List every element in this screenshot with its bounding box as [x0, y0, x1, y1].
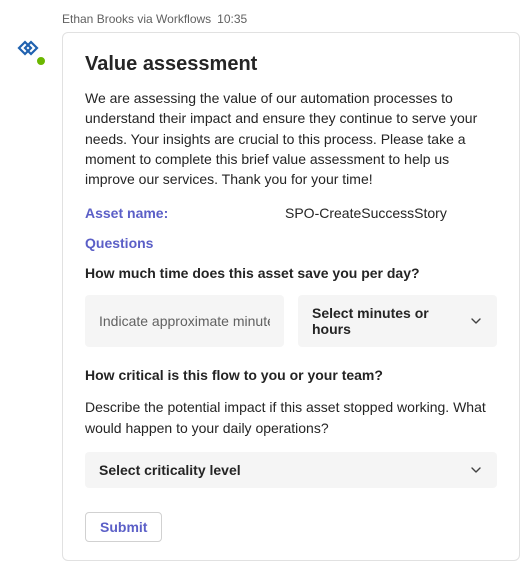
time-unit-select[interactable]: Select minutes or hours [298, 295, 497, 347]
asset-name-value: SPO-CreateSuccessStory [285, 205, 447, 221]
card-description: We are assessing the value of our automa… [85, 88, 497, 189]
adaptive-card: Value assessment We are assessing the va… [62, 32, 520, 561]
submit-button[interactable]: Submit [85, 512, 162, 542]
criticality-select[interactable]: Select criticality level [85, 452, 497, 488]
presence-available-icon [35, 55, 47, 67]
sender-name: Ethan Brooks via Workflows [62, 12, 211, 26]
chevron-down-icon [469, 463, 483, 477]
chevron-down-icon [469, 314, 483, 328]
criticality-select-label: Select criticality level [99, 462, 241, 478]
asset-row: Asset name: SPO-CreateSuccessStory [85, 205, 497, 221]
time-amount-input[interactable] [85, 295, 284, 347]
question-2-text: How critical is this flow to you or your… [85, 367, 497, 383]
message-header: Ethan Brooks via Workflows 10:35 [62, 12, 520, 26]
questions-label: Questions [85, 235, 497, 251]
message-timestamp: 10:35 [217, 12, 247, 26]
card-title: Value assessment [85, 53, 497, 76]
time-unit-select-label: Select minutes or hours [312, 305, 469, 337]
avatar[interactable] [12, 32, 50, 70]
question-2-subtext: Describe the potential impact if this as… [85, 397, 497, 438]
asset-name-label: Asset name: [85, 205, 285, 221]
question-1-text: How much time does this asset save you p… [85, 265, 497, 281]
